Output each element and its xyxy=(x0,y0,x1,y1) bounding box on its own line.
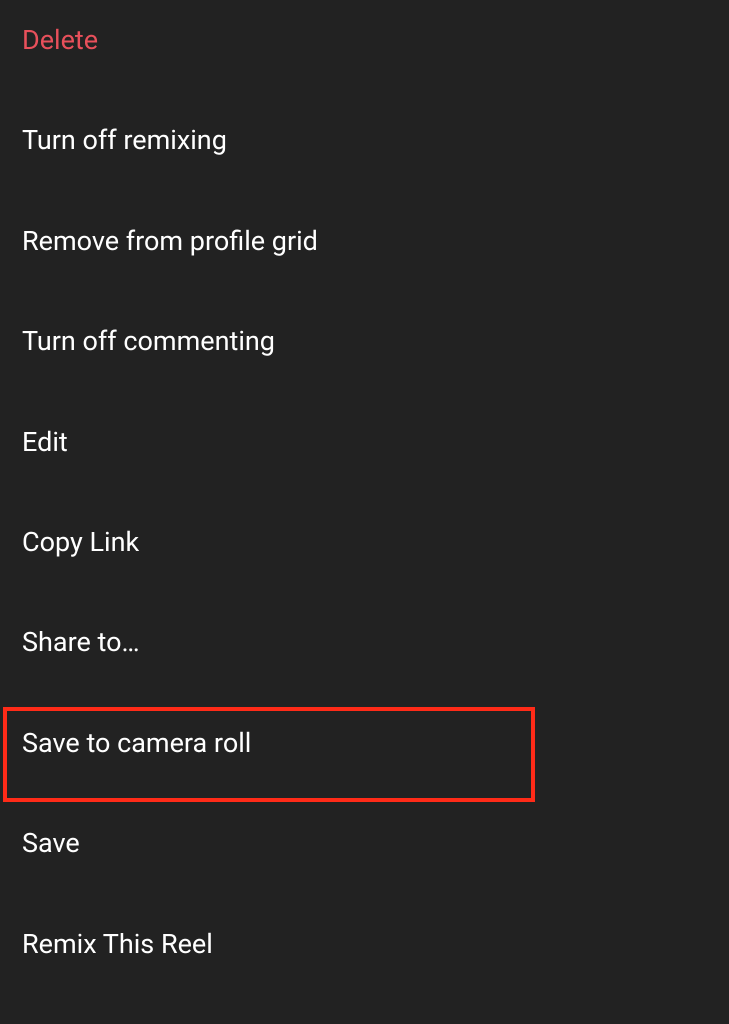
menu-item-remix-this-reel[interactable]: Remix This Reel xyxy=(0,894,729,994)
menu-item-save-to-camera-roll[interactable]: Save to camera roll xyxy=(0,693,729,793)
menu-item-copy-link[interactable]: Copy Link xyxy=(0,492,729,592)
context-menu: Delete Turn off remixing Remove from pro… xyxy=(0,0,729,1006)
menu-item-share-to[interactable]: Share to… xyxy=(0,592,729,692)
menu-item-turn-off-remixing[interactable]: Turn off remixing xyxy=(0,90,729,190)
menu-item-delete[interactable]: Delete xyxy=(0,12,729,90)
menu-item-turn-off-commenting[interactable]: Turn off commenting xyxy=(0,291,729,391)
menu-item-edit[interactable]: Edit xyxy=(0,392,729,492)
menu-item-remove-from-profile-grid[interactable]: Remove from profile grid xyxy=(0,191,729,291)
menu-item-save[interactable]: Save xyxy=(0,793,729,893)
